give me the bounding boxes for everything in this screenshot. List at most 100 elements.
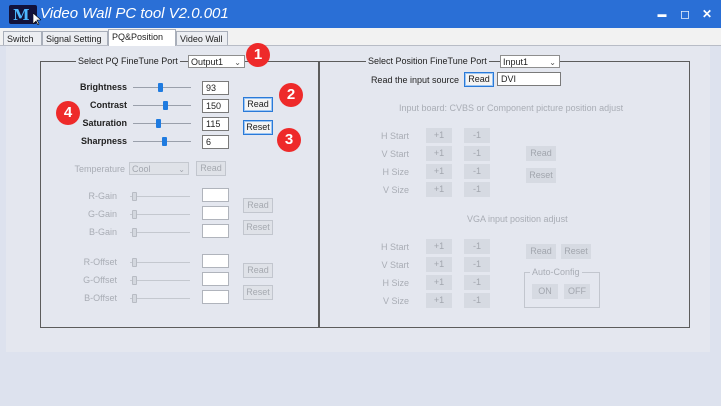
ib-v-start-plus-button[interactable]: +1 xyxy=(426,146,452,161)
auto-config-legend: Auto-Config xyxy=(530,266,582,278)
slider-thumb[interactable] xyxy=(132,192,137,201)
slider-thumb[interactable] xyxy=(162,137,168,146)
saturation-value[interactable]: 115 xyxy=(202,117,229,131)
pq-group: Select PQ FineTune Port Output1 ⌄ Brightn… xyxy=(40,55,320,328)
annotation-badge-3: 3 xyxy=(277,128,301,152)
b-gain-label: B-Gain xyxy=(88,227,117,237)
r-gain-value[interactable] xyxy=(202,188,229,202)
ib-v-size-label: V Size xyxy=(382,185,409,195)
annotation-badge-2: 2 xyxy=(279,83,303,107)
offset-reset-button[interactable]: Reset xyxy=(243,285,273,300)
pq-reset-button[interactable]: Reset xyxy=(243,120,273,135)
gain-read-button[interactable]: Read xyxy=(243,198,273,213)
offset-read-button[interactable]: Read xyxy=(243,263,273,278)
read-input-source-label: Read the input source xyxy=(370,75,459,85)
tab-content: Select PQ FineTune Port Output1 ⌄ Brightn… xyxy=(6,43,710,352)
auto-config-off-button[interactable]: OFF xyxy=(564,284,590,299)
sharpness-label: Sharpness xyxy=(80,136,127,146)
slider-thumb[interactable] xyxy=(158,83,164,92)
ib-h-start-plus-button[interactable]: +1 xyxy=(426,128,452,143)
r-offset-value[interactable] xyxy=(202,254,229,268)
pq-port-value: Output1 xyxy=(191,57,224,67)
slider-thumb[interactable] xyxy=(163,101,169,110)
ib-h-size-label: H Size xyxy=(382,167,409,177)
position-legend: Select Position FineTune Port xyxy=(366,55,489,68)
auto-config-on-button[interactable]: ON xyxy=(532,284,558,299)
slider-thumb[interactable] xyxy=(156,119,162,128)
slider-thumb[interactable] xyxy=(132,258,137,267)
slider-thumb[interactable] xyxy=(132,294,137,303)
close-button[interactable]: ✕ xyxy=(699,7,715,21)
slider-thumb[interactable] xyxy=(132,276,137,285)
tab-switch[interactable]: Switch xyxy=(3,31,42,45)
r-offset-slider[interactable] xyxy=(130,256,190,268)
vga-reset-button[interactable]: Reset xyxy=(561,244,591,259)
slider-thumb[interactable] xyxy=(132,228,137,237)
position-port-select[interactable]: Input1 ⌄ xyxy=(500,55,560,68)
g-gain-value[interactable] xyxy=(202,206,229,220)
temperature-select[interactable]: Cool ⌄ xyxy=(129,162,189,175)
tab-signal-setting[interactable]: Signal Setting xyxy=(42,31,108,45)
input-board-title: Input board: CVBS or Component picture p… xyxy=(399,103,624,113)
temperature-read-button[interactable]: Read xyxy=(196,161,226,176)
brightness-value[interactable]: 93 xyxy=(202,81,229,95)
tab-video-wall[interactable]: Video Wall xyxy=(176,31,228,45)
position-group: Select Position FineTune Port Input1 ⌄ Re… xyxy=(318,55,690,328)
contrast-slider[interactable] xyxy=(133,99,191,111)
ib-h-size-minus-button[interactable]: -1 xyxy=(464,164,490,179)
read-input-source-button[interactable]: Read xyxy=(464,72,494,87)
sharpness-value[interactable]: 6 xyxy=(202,135,229,149)
ib-reset-button[interactable]: Reset xyxy=(526,168,556,183)
b-gain-slider[interactable] xyxy=(130,226,190,238)
g-gain-slider[interactable] xyxy=(130,208,190,220)
b-offset-value[interactable] xyxy=(202,290,229,304)
vga-v-size-plus-button[interactable]: +1 xyxy=(426,293,452,308)
vga-read-button[interactable]: Read xyxy=(526,244,556,259)
tab-strip: Switch Signal Setting PQ&Position Video … xyxy=(0,28,721,46)
g-offset-value[interactable] xyxy=(202,272,229,286)
vga-h-size-plus-button[interactable]: +1 xyxy=(426,275,452,290)
r-gain-slider[interactable] xyxy=(130,190,190,202)
g-gain-label: G-Gain xyxy=(87,209,117,219)
maximize-button[interactable]: ◻ xyxy=(677,7,693,21)
tab-pq-position[interactable]: PQ&Position xyxy=(108,29,176,46)
annotation-badge-4: 4 xyxy=(56,101,80,125)
ib-h-start-minus-button[interactable]: -1 xyxy=(464,128,490,143)
b-gain-value[interactable] xyxy=(202,224,229,238)
ib-v-size-minus-button[interactable]: -1 xyxy=(464,182,490,197)
vga-h-start-plus-button[interactable]: +1 xyxy=(426,239,452,254)
vga-h-start-minus-button[interactable]: -1 xyxy=(464,239,490,254)
vga-h-size-label: H Size xyxy=(382,278,409,288)
saturation-label: Saturation xyxy=(82,118,127,128)
chevron-down-icon: ⌄ xyxy=(234,58,241,67)
temperature-label: Temperature xyxy=(74,164,125,174)
contrast-value[interactable]: 150 xyxy=(202,99,229,113)
minimize-button[interactable]: ▬ xyxy=(654,9,670,19)
vga-title: VGA input position adjust xyxy=(467,214,568,224)
ib-v-start-label: V Start xyxy=(381,149,409,159)
vga-h-size-minus-button[interactable]: -1 xyxy=(464,275,490,290)
saturation-slider[interactable] xyxy=(133,117,191,129)
slider-thumb[interactable] xyxy=(132,210,137,219)
auto-config-group: Auto-Config ON OFF xyxy=(524,266,600,308)
vga-v-size-minus-button[interactable]: -1 xyxy=(464,293,490,308)
g-offset-label: G-Offset xyxy=(83,275,117,285)
ib-v-start-minus-button[interactable]: -1 xyxy=(464,146,490,161)
r-offset-label: R-Offset xyxy=(83,257,117,267)
ib-read-button[interactable]: Read xyxy=(526,146,556,161)
pq-read-button[interactable]: Read xyxy=(243,97,273,112)
vga-v-start-label: V Start xyxy=(381,260,409,270)
vga-v-start-minus-button[interactable]: -1 xyxy=(464,257,490,272)
sharpness-slider[interactable] xyxy=(133,135,191,147)
title-bar: M Video Wall PC tool V2.0.001 ▬ ◻ ✕ xyxy=(0,0,721,28)
ib-h-size-plus-button[interactable]: +1 xyxy=(426,164,452,179)
vga-v-start-plus-button[interactable]: +1 xyxy=(426,257,452,272)
b-offset-slider[interactable] xyxy=(130,292,190,304)
g-offset-slider[interactable] xyxy=(130,274,190,286)
r-gain-label: R-Gain xyxy=(88,191,117,201)
b-offset-label: B-Offset xyxy=(84,293,117,303)
brightness-slider[interactable] xyxy=(133,81,191,93)
gain-reset-button[interactable]: Reset xyxy=(243,220,273,235)
ib-v-size-plus-button[interactable]: +1 xyxy=(426,182,452,197)
pq-port-select[interactable]: Output1 ⌄ xyxy=(188,55,245,68)
